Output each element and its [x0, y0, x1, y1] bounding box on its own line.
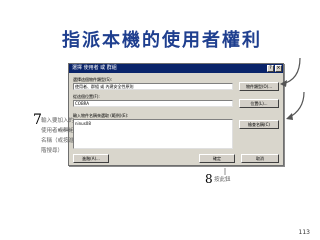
page-number: 113 — [298, 229, 310, 236]
arrow-icon-object-types — [280, 57, 301, 87]
step7-line: 輸入要加入的 — [41, 118, 75, 124]
step7-note: 輸入要加入的 使用者或群組 名稱（或按進 階搜尋） — [41, 116, 83, 156]
step7-line: 階搜尋） — [41, 148, 64, 154]
step8-number: 8 — [205, 172, 213, 186]
step7-line: 使用者或群組 — [41, 128, 75, 134]
arrow-icon-location — [286, 91, 305, 120]
step8-note: 按此鈕 — [214, 177, 231, 183]
step7-line: 名稱（或按進 — [41, 138, 75, 144]
